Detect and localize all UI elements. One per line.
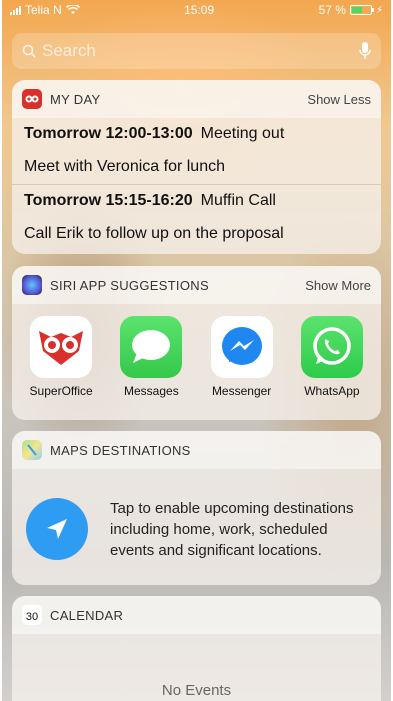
charging-icon: ⚡ [375, 4, 383, 16]
maps-header: MAPS DESTINATIONS [12, 431, 381, 469]
superoffice-owl-icon [22, 89, 42, 109]
search-input[interactable]: Search [42, 41, 359, 61]
widget-title: CALENDAR [50, 607, 124, 623]
my-day-widget: MY DAY Show Less Tomorrow 12:00-13:00 Me… [12, 80, 381, 254]
app-whatsapp[interactable]: WhatsApp [288, 316, 376, 398]
show-more-button[interactable]: Show More [305, 278, 371, 293]
battery-percent: 57 % [318, 3, 346, 17]
my-day-header: MY DAY Show Less [12, 80, 381, 118]
no-events-label: No Events [161, 682, 232, 699]
microphone-icon[interactable] [359, 42, 371, 60]
event-item[interactable]: Tomorrow 12:00-13:00 Meeting out Meet wi… [12, 118, 381, 184]
wifi-icon [65, 5, 80, 14]
widget-title: SIRI APP SUGGESTIONS [50, 277, 209, 293]
battery-icon [349, 5, 374, 15]
app-messenger[interactable]: Messenger [198, 316, 286, 398]
maps-app-icon [22, 440, 42, 460]
siri-header: SIRI APP SUGGESTIONS Show More [12, 266, 381, 304]
siri-icon [22, 275, 42, 295]
event-item[interactable]: Tomorrow 15:15-16:20 Muffin Call Call Er… [12, 185, 381, 251]
today-view: Telia N 15:09 57 % ⚡ Search MY DAY Show … [2, 0, 391, 701]
app-label: SuperOffice [29, 384, 93, 398]
event-time: Tomorrow 15:15-16:20 [24, 192, 193, 209]
app-label: WhatsApp [304, 384, 360, 398]
widget-title: MY DAY [50, 91, 101, 107]
event-title: Meeting out [200, 125, 285, 142]
calendar-widget: 30 CALENDAR No Events [12, 596, 381, 701]
app-messages[interactable]: Messages [107, 316, 195, 398]
signal-icon [10, 5, 21, 15]
maps-destinations-widget[interactable]: MAPS DESTINATIONS Tap to enable upcoming… [12, 431, 381, 585]
maps-description: Tap to enable upcoming destinations incl… [110, 499, 354, 559]
app-superoffice[interactable]: SuperOffice [17, 316, 105, 398]
status-bar: Telia N 15:09 57 % ⚡ [2, 0, 391, 20]
event-detail: Call Erik to follow up on the proposal [24, 225, 284, 242]
app-label: Messenger [211, 384, 272, 398]
whatsapp-icon [300, 316, 363, 378]
siri-suggestions-widget: SIRI APP SUGGESTIONS Show More SuperOffi… [12, 266, 381, 420]
messages-icon [120, 316, 183, 378]
superoffice-owl-icon [30, 316, 93, 378]
search-icon [22, 44, 36, 58]
event-title: Muffin Call [200, 192, 276, 209]
clock: 15:09 [184, 3, 215, 17]
event-time: Tomorrow 12:00-13:00 [24, 125, 193, 142]
app-label: Messages [124, 384, 179, 398]
location-arrow-icon [26, 498, 88, 560]
calendar-header: 30 CALENDAR [12, 596, 381, 634]
calendar-day-number: 30 [25, 610, 39, 623]
calendar-app-icon: 30 [22, 605, 42, 625]
widget-title: MAPS DESTINATIONS [50, 442, 191, 458]
carrier-label: Telia N [25, 3, 62, 17]
show-less-button[interactable]: Show Less [307, 92, 371, 107]
messenger-icon [210, 316, 273, 378]
search-bar[interactable]: Search [12, 33, 381, 69]
event-detail: Meet with Veronica for lunch [24, 158, 225, 175]
